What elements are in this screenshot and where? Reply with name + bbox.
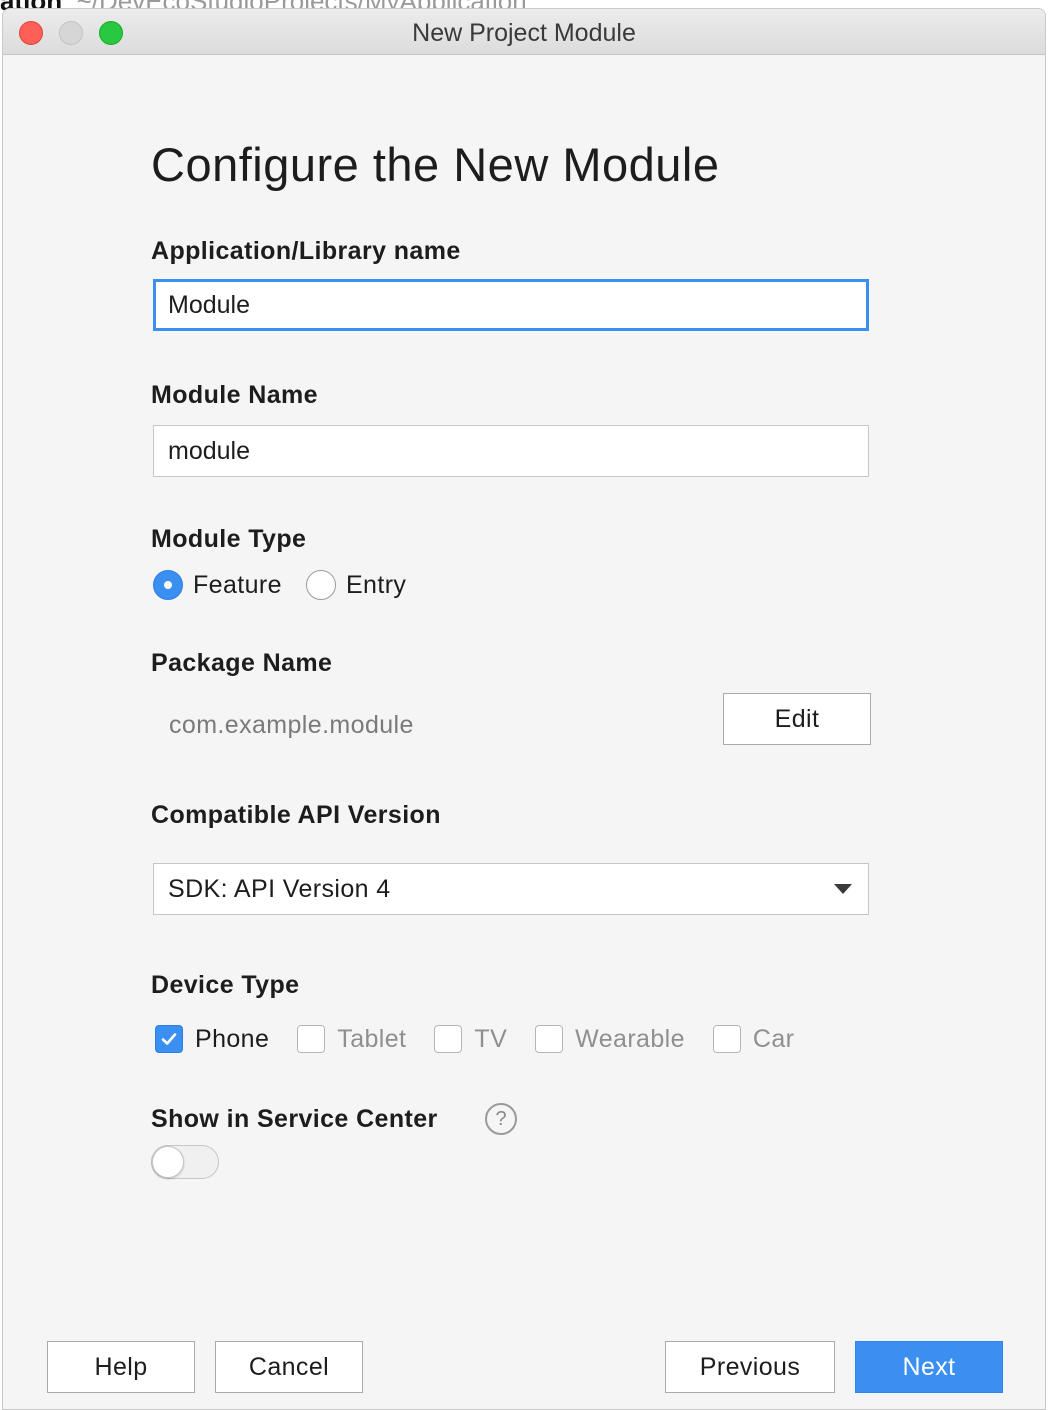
next-button[interactable]: Next [855,1341,1003,1393]
package-name-label: Package Name [151,649,333,677]
previous-button[interactable]: Previous [665,1341,835,1393]
module-type-label: Module Type [151,525,307,553]
checkbox-tablet-label: Tablet [337,1024,407,1053]
checkbox-car-label: Car [752,1024,795,1053]
radio-feature[interactable]: Feature [153,570,282,600]
checkmark-icon [155,1025,183,1053]
radio-entry[interactable]: Entry [305,570,407,600]
checkbox-car[interactable]: Car [712,1024,795,1054]
device-type-checkbox-group: Phone Tablet TV Wearable Car [155,1023,822,1055]
checkbox-empty-icon [434,1025,463,1053]
checkbox-empty-icon [712,1025,741,1053]
window-title: New Project Module [412,19,636,47]
toggle-knob [152,1146,184,1178]
radio-unselected-icon [305,570,336,600]
cancel-button[interactable]: Cancel [215,1341,363,1393]
checkbox-wearable[interactable]: Wearable [535,1025,685,1054]
service-center-label: Show in Service Center [151,1105,438,1133]
chevron-down-icon [834,884,852,894]
module-type-radio-group: Feature Entry [153,569,430,601]
checkbox-tablet[interactable]: Tablet [297,1025,406,1054]
help-button[interactable]: Help [47,1341,195,1393]
checkbox-phone[interactable]: Phone [155,1025,269,1054]
device-type-label: Device Type [151,971,300,999]
module-name-input[interactable] [153,425,869,477]
checkbox-wearable-label: Wearable [575,1024,685,1053]
new-project-module-dialog: New Project Module Configure the New Mod… [2,8,1046,1410]
radio-entry-label: Entry [345,570,407,599]
checkbox-tv[interactable]: TV [434,1025,507,1054]
checkbox-empty-icon [535,1025,564,1053]
checkbox-tv-label: TV [474,1024,508,1053]
app-name-label: Application/Library name [151,237,461,265]
service-center-toggle[interactable] [151,1145,219,1179]
edit-package-button[interactable]: Edit [723,693,871,745]
title-bar: New Project Module [3,9,1045,55]
package-name-value: com.example.module [169,711,414,739]
api-version-label: Compatible API Version [151,801,441,829]
radio-selected-icon [153,570,183,600]
checkbox-phone-label: Phone [195,1024,270,1053]
page-title: Configure the New Module [151,138,720,191]
api-version-select[interactable]: SDK: API Version 4 [153,863,869,915]
app-name-input[interactable] [153,279,869,331]
question-mark-icon[interactable]: ? [485,1103,517,1135]
module-name-label: Module Name [151,381,318,409]
api-version-selected-value: SDK: API Version 4 [168,874,391,903]
checkbox-empty-icon [297,1025,326,1053]
radio-feature-label: Feature [193,570,282,599]
